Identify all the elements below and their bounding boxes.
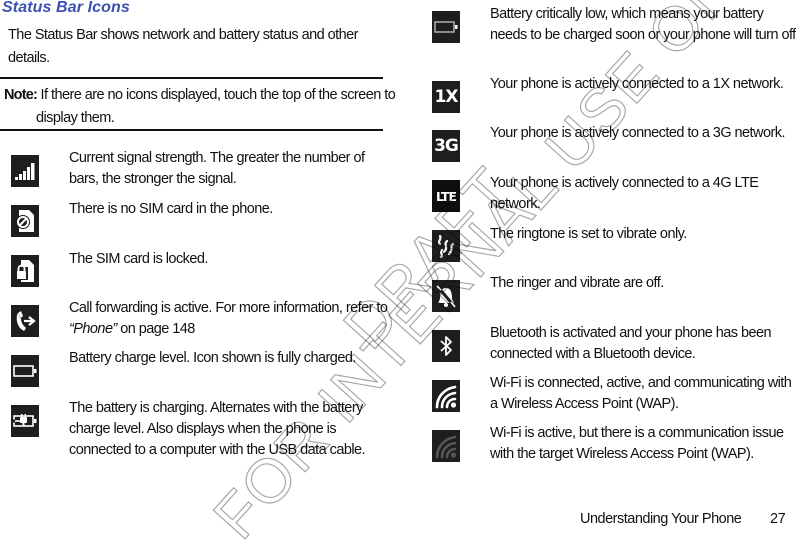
call-forwarding-page-ref: on page 148 — [116, 321, 195, 337]
note-label: Note: — [4, 87, 38, 103]
note-bottom-divider — [0, 129, 383, 131]
wifi-issue-description: Wi-Fi is active, but there is a communic… — [490, 425, 784, 462]
lte-network-description: Your phone is actively connected to a 4G… — [490, 175, 759, 212]
no-sim-description: There is no SIM card in the phone. — [69, 201, 273, 217]
signal-strength-description: Current signal strength. The greater the… — [69, 150, 365, 187]
signal-strength-icon — [11, 155, 39, 187]
battery-charging-description: The battery is charging. Alternates with… — [69, 400, 366, 458]
note-block: Note: If there are no icons displayed, t… — [4, 84, 406, 130]
wifi-issue-icon — [432, 430, 460, 462]
vibrate-description: The ringtone is set to vibrate only. — [490, 226, 687, 242]
no-sim-icon — [11, 205, 39, 237]
sim-locked-icon — [11, 255, 39, 287]
call-forwarding-text: Call forwarding is active. For more info… — [69, 300, 388, 316]
mute-icon — [432, 280, 460, 312]
lte-label: LTE — [436, 188, 457, 204]
3g-network-icon: 3G — [432, 130, 460, 162]
intro-paragraph: The Status Bar shows network and battery… — [8, 27, 358, 66]
battery-critical-description: Battery critically low, which means your… — [490, 6, 796, 43]
call-forwarding-description: Call forwarding is active. For more info… — [69, 298, 389, 340]
1x-network-description: Your phone is actively connected to a 1X… — [490, 76, 784, 92]
vibrate-icon — [432, 230, 460, 262]
phone-section-link[interactable]: “Phone” — [69, 321, 117, 337]
1x-label: 1X — [434, 87, 459, 107]
wifi-active-icon — [432, 380, 460, 412]
3g-label: 3G — [434, 136, 459, 156]
1x-network-icon: 1X — [432, 81, 460, 113]
battery-full-icon — [11, 355, 39, 387]
battery-full-description: Battery charge level. Icon shown is full… — [69, 350, 356, 366]
mute-description: The ringer and vibrate are off. — [490, 275, 664, 291]
bluetooth-description: Bluetooth is activated and your phone ha… — [490, 325, 772, 362]
battery-charging-icon — [11, 405, 39, 437]
battery-critical-icon — [432, 11, 460, 43]
section-title: Status Bar Icons — [2, 0, 130, 16]
3g-network-description: Your phone is actively connected to a 3G… — [490, 125, 785, 141]
note-top-divider — [0, 77, 383, 79]
wifi-active-description: Wi-Fi is connected, active, and communic… — [490, 375, 792, 412]
call-forwarding-icon — [11, 305, 39, 337]
note-text: If there are no icons displayed, touch t… — [36, 87, 396, 126]
bluetooth-icon — [432, 330, 460, 362]
footer-section-name: Understanding Your Phone — [580, 511, 742, 527]
footer-page-number: 27 — [770, 511, 786, 527]
sim-locked-description: The SIM card is locked. — [69, 251, 208, 267]
lte-network-icon: LTE — [432, 180, 460, 212]
